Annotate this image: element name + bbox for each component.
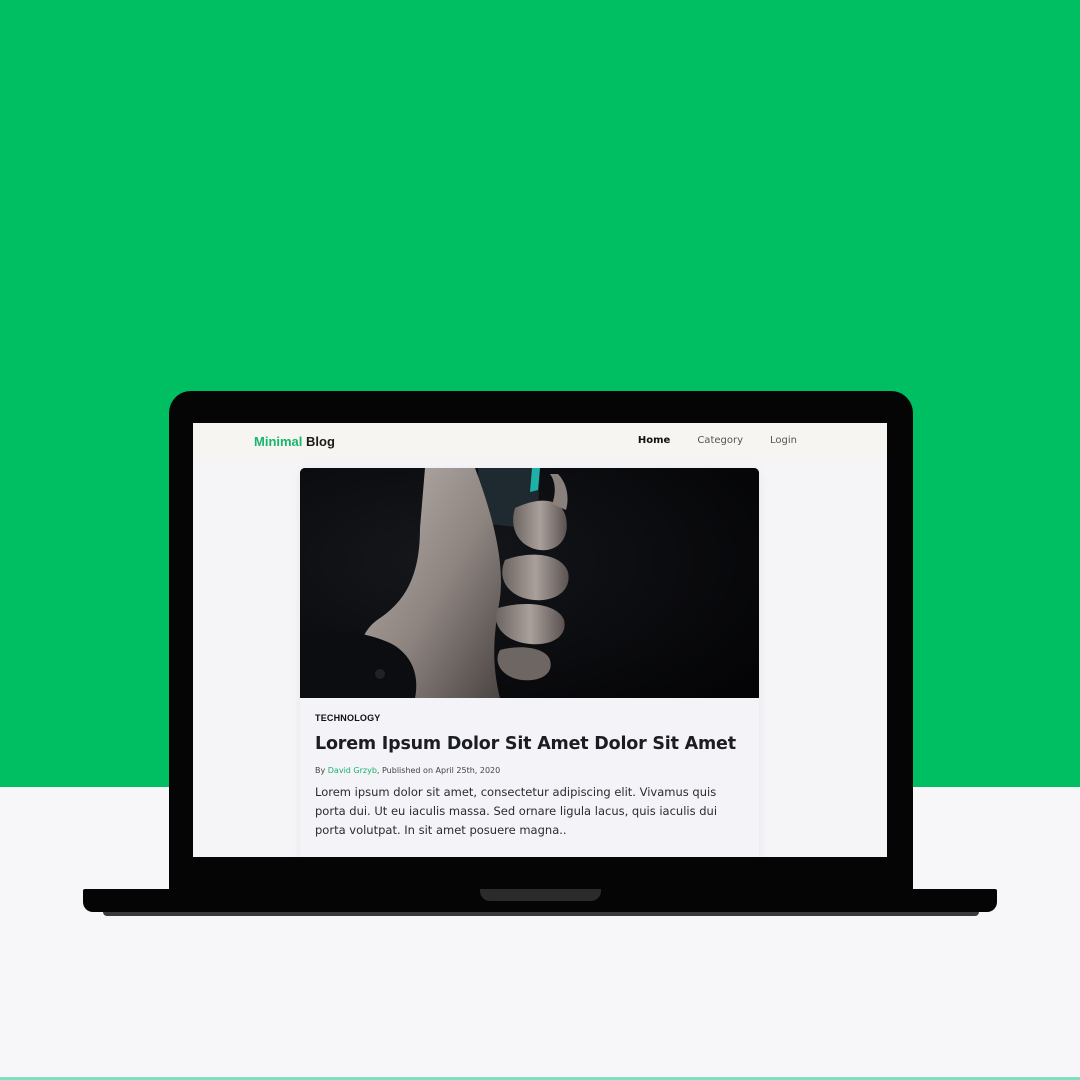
nav-link-home[interactable]: Home: [638, 435, 670, 446]
post-image[interactable]: [300, 468, 759, 698]
post-title[interactable]: Lorem Ipsum Dolor Sit Amet Dolor Sit Ame…: [315, 734, 745, 754]
laptop-notch: [480, 889, 601, 901]
post-body: TECHNOLOGY Lorem Ipsum Dolor Sit Amet Do…: [315, 713, 745, 840]
nav-link-login[interactable]: Login: [770, 435, 797, 446]
post-excerpt: Lorem ipsum dolor sit amet, consectetur …: [315, 785, 718, 837]
logo-accent-text: Minimal: [254, 434, 303, 449]
mockup-stage: Minimal Blog Home Category Login TECHNOL…: [0, 0, 1080, 1080]
meta-suffix: , Published on April 25th, 2020: [376, 766, 501, 775]
post-card[interactable]: TECHNOLOGY Lorem Ipsum Dolor Sit Amet Do…: [300, 468, 759, 857]
laptop-screen: Minimal Blog Home Category Login TECHNOL…: [193, 423, 887, 857]
laptop-base-shadow: [103, 912, 979, 916]
logo-main-text: Blog: [306, 434, 335, 449]
author-link[interactable]: David Grzyb: [328, 766, 377, 775]
meta-prefix: By: [315, 766, 328, 775]
post-meta: By David Grzyb, Published on April 25th,…: [315, 766, 745, 775]
site-logo[interactable]: Minimal Blog: [254, 434, 335, 449]
navbar: Minimal Blog Home Category Login: [193, 423, 887, 459]
hand-holding-phone-photo-icon: [300, 468, 759, 698]
post-category[interactable]: TECHNOLOGY: [315, 713, 745, 723]
nav-links: Home Category Login: [638, 435, 797, 446]
nav-link-category[interactable]: Category: [697, 435, 743, 446]
